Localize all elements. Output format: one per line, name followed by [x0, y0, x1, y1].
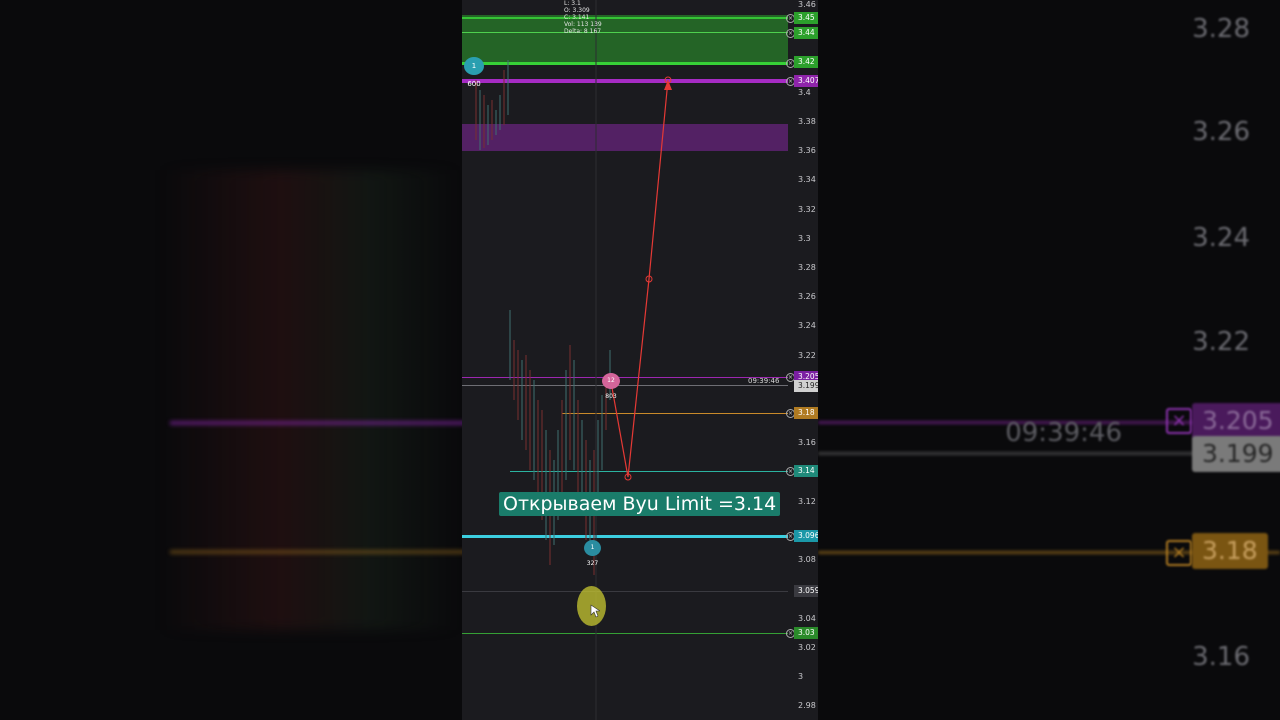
- background-orange-line-left: [170, 550, 470, 554]
- axis-tick: 3.04: [798, 614, 816, 623]
- background-price-label: 3.24: [1192, 223, 1250, 253]
- price-tag-green-low: 3.03: [794, 627, 818, 639]
- axis-tick: 3.36: [798, 146, 816, 155]
- axis-tick: 3.26: [798, 292, 816, 301]
- axis-tick: 3.28: [798, 263, 816, 272]
- candles-top: [475, 60, 509, 150]
- ohlc-delta: Delta: 8 167: [564, 28, 602, 35]
- forecast-path: [610, 76, 672, 481]
- background-tag-purple: 3.205: [1192, 403, 1280, 439]
- trading-chart[interactable]: L: 3.1 O: 3.309 C: 3.141 Vol: 113 139 De…: [462, 0, 818, 720]
- price-tag-orange: 3.18: [794, 407, 818, 419]
- background-price-label: 3.22: [1192, 327, 1250, 357]
- candles-bottom: [509, 310, 611, 575]
- ohlc-low: L: 3.1: [564, 0, 581, 7]
- candle-countdown: 09:39:46: [748, 377, 780, 385]
- axis-tick: 3.08: [798, 555, 816, 564]
- ohlc-volume: Vol: 113 139: [564, 21, 602, 28]
- volume-badge-top: 1 600: [464, 57, 484, 88]
- axis-tick: 3.34: [798, 175, 816, 184]
- ohlc-legend: L: 3.1 O: 3.309 C: 3.141 Vol: 113 139 De…: [564, 0, 602, 35]
- price-tag-green-bottom: 3.42: [794, 56, 818, 68]
- axis-tick: 3.12: [798, 497, 816, 506]
- axis-tick: 3.4: [798, 88, 811, 97]
- axis-tick: 3.32: [798, 205, 816, 214]
- axis-tick: 3.22: [798, 351, 816, 360]
- axis-tick: 3.3: [798, 234, 811, 243]
- price-tag-current: 3.199: [794, 380, 818, 392]
- background-price-label: 3.26: [1192, 117, 1250, 147]
- pointer-icon: [590, 604, 600, 618]
- price-tag-target: 3.407: [794, 75, 818, 87]
- ohlc-open: O: 3.309: [564, 7, 590, 14]
- price-tag-green-mid: 3.44: [794, 27, 818, 39]
- background-purple-line-left: [170, 421, 470, 425]
- price-tag-grey: 3.059: [794, 585, 818, 597]
- axis-tick: 3.38: [798, 117, 816, 126]
- chart-canvas: [475, 0, 672, 720]
- background-price-label: 3.28: [1192, 14, 1250, 44]
- background-close-icon: ×: [1166, 540, 1192, 566]
- price-tag-entry: 3.14: [794, 465, 818, 477]
- axis-tick: 3: [798, 672, 804, 681]
- caption-overlay: Открываем Byu Limit =3.14: [499, 492, 781, 516]
- axis-tick: 3.16: [798, 438, 816, 447]
- price-axis[interactable]: 3.46 3.4 3.38 3.36 3.34 3.32 3.3 3.28 3.…: [788, 0, 818, 720]
- ohlc-close: C: 3.141: [564, 14, 590, 21]
- background-tag-orange: 3.18: [1192, 533, 1268, 569]
- background-tag-grey: 3.199: [1192, 436, 1280, 472]
- volume-badge-mid: 12 803: [602, 373, 620, 400]
- price-tag-cyan: 3.096: [794, 530, 818, 542]
- axis-tick: 3.24: [798, 321, 816, 330]
- volume-badge-bottom: 1 327: [584, 540, 601, 567]
- background-close-icon: ×: [1166, 408, 1192, 434]
- background-price-label: 3.16: [1192, 642, 1250, 672]
- background-candles-blur: [160, 170, 460, 630]
- chart-plot-area[interactable]: L: 3.1 O: 3.309 C: 3.141 Vol: 113 139 De…: [462, 0, 792, 720]
- price-tag-green-top: 3.45: [794, 12, 818, 24]
- axis-tick: 3.46: [798, 0, 816, 9]
- axis-tick: 3.02: [798, 643, 816, 652]
- axis-tick: 2.98: [798, 701, 816, 710]
- background-timer: 09:39:46: [1005, 418, 1122, 448]
